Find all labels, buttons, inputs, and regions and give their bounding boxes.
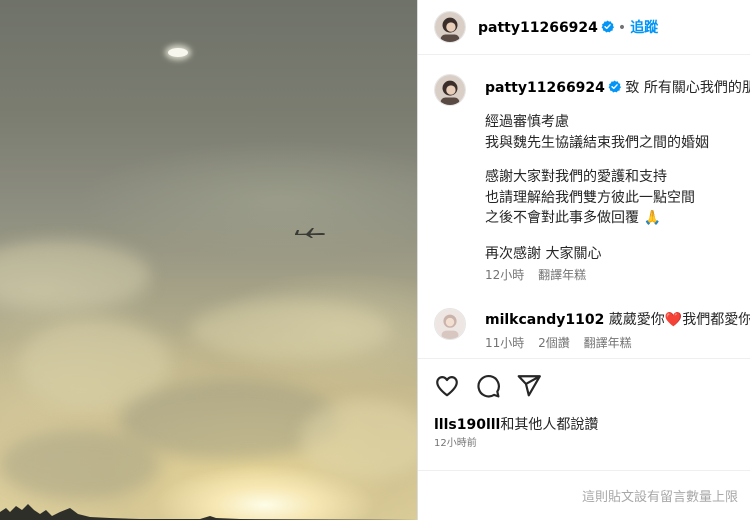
comment-likes[interactable]: 2個讚 bbox=[538, 336, 570, 350]
caption-text-line: 再次感謝 大家關心 bbox=[485, 246, 602, 262]
comment-text: 我們都愛你 bbox=[682, 312, 750, 328]
sun-glint bbox=[168, 48, 188, 57]
heart-outline-icon[interactable] bbox=[434, 373, 460, 399]
likes-rest-text: 和其他人都說讚 bbox=[500, 417, 599, 433]
post-side-panel: patty11266924 • 追蹤 patty11266924 致 所有關心我們的… bbox=[417, 0, 750, 520]
comment-translate-link[interactable]: 翻譯年糕 bbox=[584, 336, 632, 350]
liker-username[interactable]: llls190lll bbox=[434, 417, 500, 433]
caption-meta-row: 12小時 翻譯年糕 bbox=[485, 266, 586, 283]
comment-text: 葳葳愛你 bbox=[608, 312, 665, 328]
cloud-shape bbox=[0, 240, 150, 310]
comment-meta-row: 11小時 2個讚 翻譯年糕 bbox=[485, 334, 632, 351]
post-header: patty11266924 • 追蹤 bbox=[418, 0, 750, 55]
follow-button[interactable]: 追蹤 bbox=[630, 20, 658, 36]
author-avatar[interactable] bbox=[434, 11, 466, 43]
verified-badge-icon bbox=[608, 80, 621, 93]
cloud-shape bbox=[300, 400, 417, 480]
commenter-username[interactable]: milkcandy1102 bbox=[485, 312, 604, 328]
author-username[interactable]: patty11266924 bbox=[478, 20, 598, 36]
post-photo[interactable] bbox=[0, 0, 417, 520]
comment-row: milkcandy1102 葳葳愛你❤️我們都愛你 bbox=[485, 309, 750, 329]
treeline-silhouette bbox=[0, 504, 417, 520]
caption-author-avatar[interactable] bbox=[434, 74, 466, 106]
comment-time[interactable]: 11小時 bbox=[485, 336, 524, 350]
paper-plane-icon[interactable] bbox=[516, 373, 542, 399]
caption-text-line: 經過審慎考慮 bbox=[485, 114, 569, 130]
cloud-shape bbox=[190, 300, 390, 360]
post-timestamp[interactable]: 12小時前 bbox=[434, 434, 477, 449]
caption-text-line: 之後不會對此事多做回覆 🙏 bbox=[485, 210, 661, 226]
red-heart-icon: ❤️ bbox=[664, 312, 683, 328]
action-bar-divider bbox=[418, 358, 750, 359]
caption-text-line: 致 所有關心我們的朋友 bbox=[625, 80, 750, 96]
verified-badge-icon bbox=[601, 20, 614, 33]
instagram-post-view: patty11266924 • 追蹤 patty11266924 致 所有關心我們的… bbox=[0, 0, 750, 520]
caption-text-line: 我與魏先生協議結束我們之間的婚姻 bbox=[485, 135, 709, 151]
commenter-avatar[interactable] bbox=[434, 308, 466, 340]
caption-author-username[interactable]: patty11266924 bbox=[485, 80, 605, 96]
likes-summary[interactable]: llls190lll和其他人都說讚 bbox=[434, 414, 598, 434]
caption-text-line: 感謝大家對我們的愛護和支持 bbox=[485, 169, 667, 185]
header-author-row: patty11266924 • 追蹤 bbox=[478, 17, 658, 37]
caption-first-line: patty11266924 致 所有關心我們的朋友 bbox=[485, 77, 750, 97]
airplane-icon bbox=[295, 228, 325, 238]
comments-limited-notice: 這則貼文設有留言數量上限 bbox=[582, 490, 739, 505]
caption-text-line: 也請理解給我們雙方彼此一點空間 bbox=[485, 190, 695, 206]
speech-bubble-icon[interactable] bbox=[475, 373, 501, 399]
dot-separator: • bbox=[617, 20, 627, 36]
caption-translate-link[interactable]: 翻譯年糕 bbox=[538, 268, 586, 282]
caption-time[interactable]: 12小時 bbox=[485, 268, 524, 282]
